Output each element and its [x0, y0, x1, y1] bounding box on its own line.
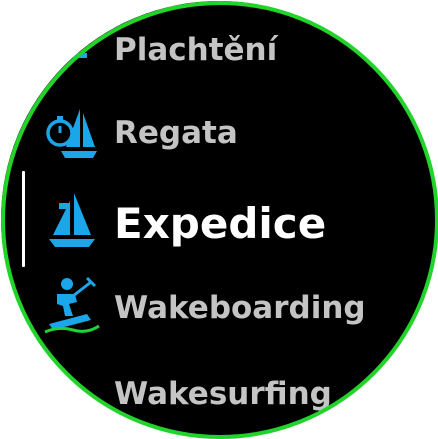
watch-screen: Plachtění Regata Expedice Wakeboarding W… — [0, 0, 438, 439]
menu-item-label: Regata — [114, 115, 238, 151]
menu-item-label: Plachtění — [114, 32, 278, 68]
menu-item-wakesurfing[interactable]: Wakesurfing — [1, 355, 437, 435]
menu-item-label: Expedice — [114, 199, 327, 248]
menu-item-label: Wakesurfing — [114, 376, 332, 412]
wakeboarding-icon — [43, 276, 101, 334]
menu-item-expedice[interactable]: Expedice — [1, 181, 437, 261]
wakesurfing-icon — [43, 367, 101, 425]
watch-display: Plachtění Regata Expedice Wakeboarding W… — [1, 1, 437, 437]
menu-item-plachteni[interactable]: Plachtění — [1, 7, 437, 87]
menu-item-regata[interactable]: Regata — [1, 95, 437, 175]
menu-item-label: Wakeboarding — [114, 290, 366, 326]
regatta-icon — [43, 103, 101, 161]
expedition-icon — [43, 191, 101, 249]
sailing-icon — [43, 15, 101, 73]
menu-item-wakeboarding[interactable]: Wakeboarding — [1, 268, 437, 348]
